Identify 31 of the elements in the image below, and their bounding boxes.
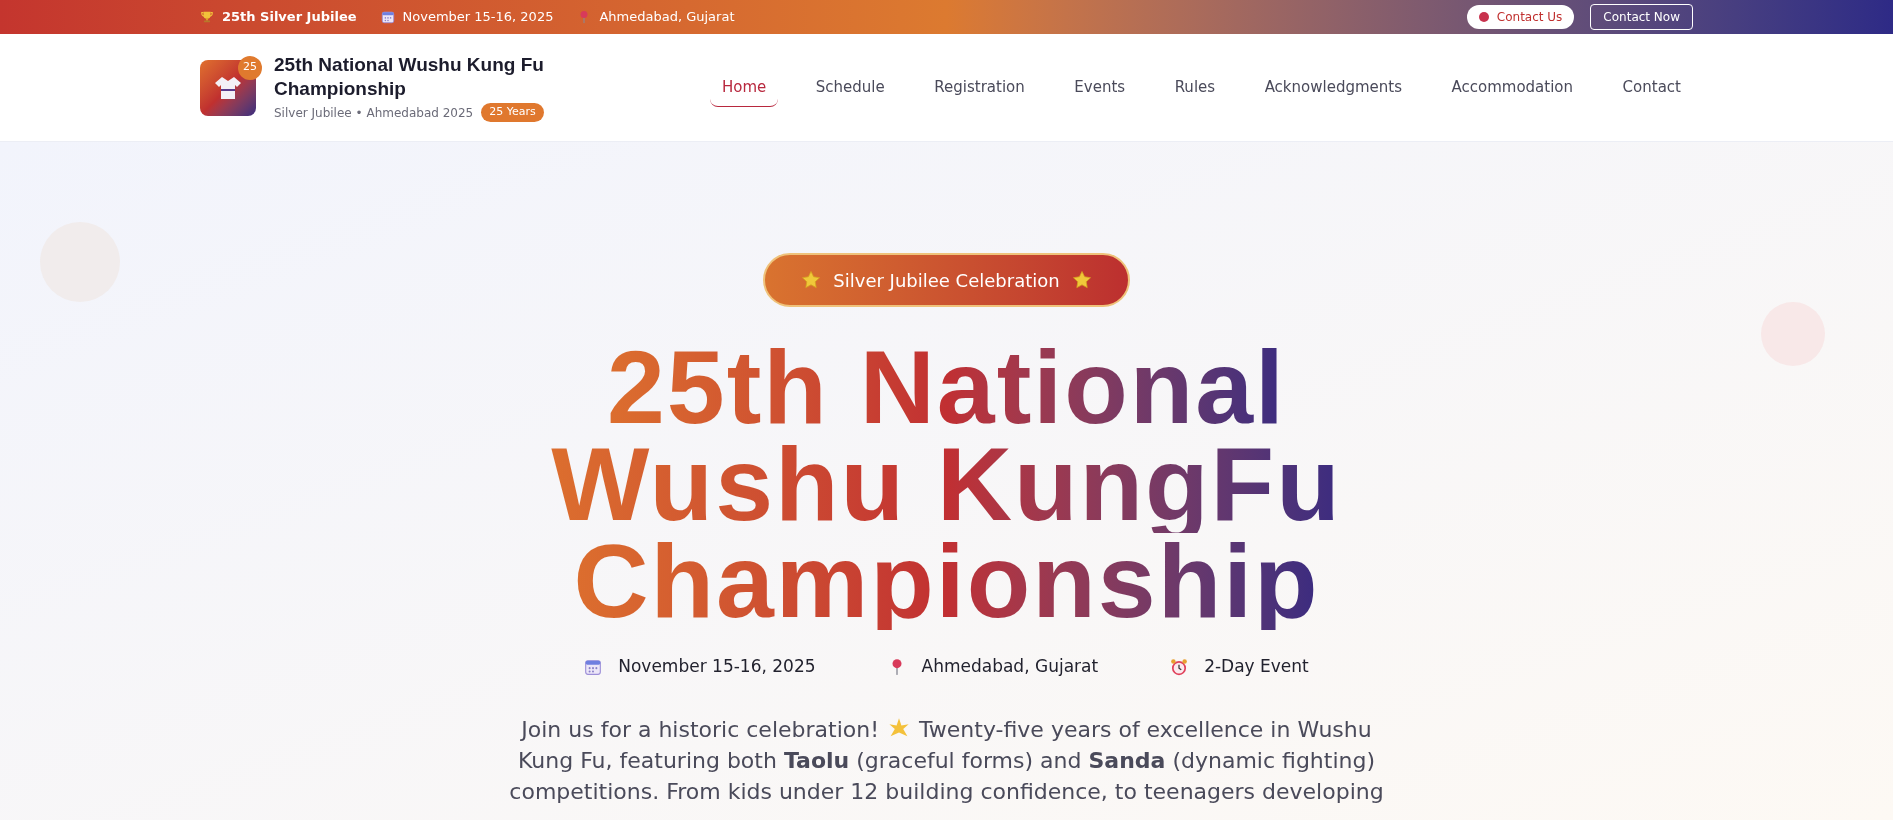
info-text: 25th Silver Jubilee <box>222 8 357 27</box>
logo-badge: 25 <box>238 55 262 80</box>
nav-link[interactable]: Home <box>710 67 779 108</box>
info-text: Ahmedabad, Gujarat <box>599 8 735 27</box>
years-badge: 25 Years <box>481 103 544 122</box>
nav-link[interactable]: Schedule <box>803 68 897 107</box>
nav-link[interactable]: Accommodation <box>1439 68 1586 107</box>
nav-link[interactable]: Contact <box>1610 68 1693 107</box>
meta-text: Ahmedabad, Gujarat <box>921 655 1099 678</box>
star-icon <box>1071 270 1092 290</box>
meta-text: 2-Day Event <box>1204 655 1309 678</box>
nav-link[interactable]: Registration <box>922 68 1037 107</box>
contact-now-button[interactable]: Contact Now <box>1590 4 1693 30</box>
calendar-icon <box>584 657 603 676</box>
info-text: November 15-16, 2025 <box>402 8 554 27</box>
site-subtitle: Silver Jubilee • Ahmedabad 2025 <box>274 104 474 122</box>
site-title: 25th National Wushu Kung Fu Championship <box>274 53 545 102</box>
nav-link[interactable]: Acknowledgments <box>1252 68 1414 107</box>
nav-link[interactable]: Events <box>1062 68 1138 107</box>
intro-text: Kung Fu, featuring both Taolu (graceful forms) and Sanda (dynamic fighting) competitions. From kids under 12 building confidence, to teenagers developing <box>508 746 1385 806</box>
contact-us-button[interactable]: Contact Us <box>1466 5 1575 29</box>
star-icon <box>801 270 822 290</box>
badge-text: Silver Jubilee Celebration <box>833 268 1060 293</box>
meta-text: November 15-16, 2025 <box>618 655 816 678</box>
trophy-icon <box>200 10 214 24</box>
alarm-clock-icon <box>1170 657 1189 676</box>
intro-text: Join us for a historic celebration! <box>521 715 879 744</box>
nav-link[interactable]: Rules <box>1162 68 1228 107</box>
intro-text: Twenty-five years of excellence in Wushu <box>919 715 1372 744</box>
uniform-icon <box>213 74 243 101</box>
calendar-icon <box>380 10 395 24</box>
